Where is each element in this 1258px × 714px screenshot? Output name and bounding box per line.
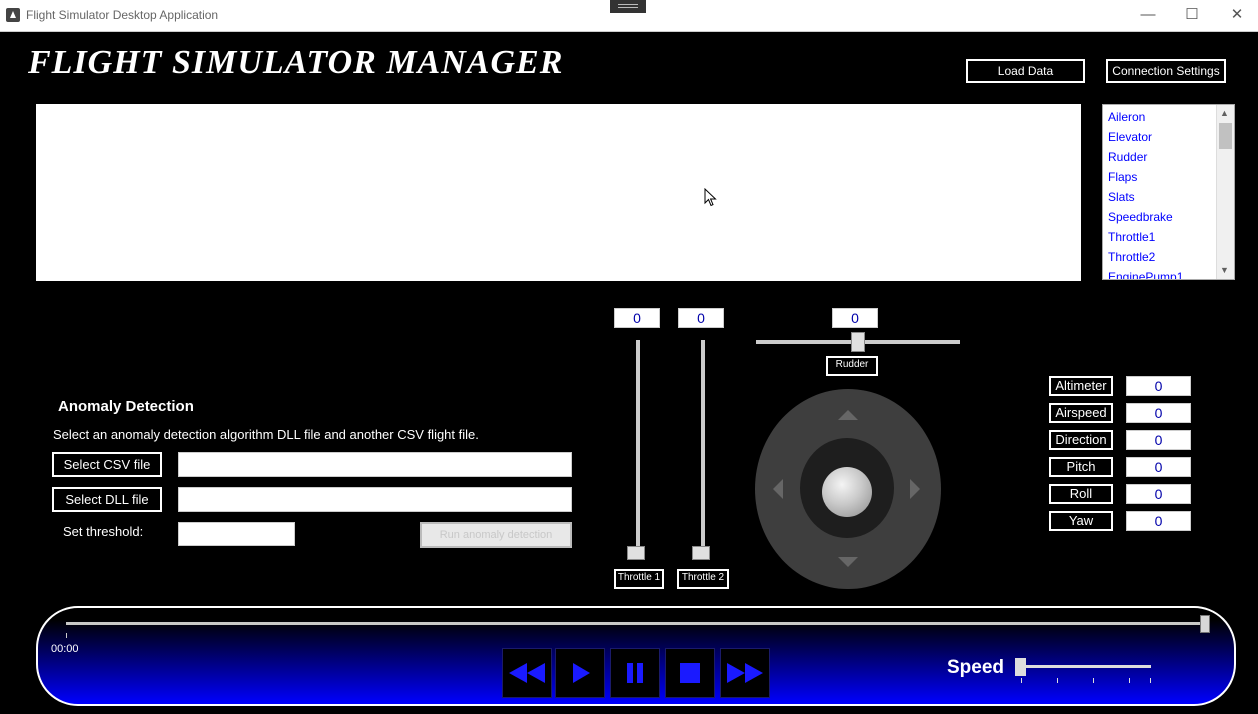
stop-button[interactable]	[665, 648, 715, 698]
throttle1-label: Throttle 1	[614, 569, 664, 589]
speed-tick	[1021, 678, 1022, 683]
pitch-label: Pitch	[1049, 457, 1113, 477]
altimeter-label: Altimeter	[1049, 376, 1113, 396]
pause-icon	[627, 663, 643, 683]
rudder-value: 0	[832, 308, 878, 328]
direction-value: 0	[1126, 430, 1191, 450]
speed-tick	[1093, 678, 1094, 683]
scroll-up-icon[interactable]: ▲	[1220, 108, 1229, 118]
throttle1-track[interactable]	[636, 340, 640, 560]
attribute-listbox[interactable]: Aileron Elevator Rudder Flaps Slats Speedbrak…	[1102, 104, 1235, 280]
throttle2-label: Throttle 2	[677, 569, 729, 589]
select-dll-button[interactable]: Select DLL file	[52, 487, 162, 512]
throttle1-thumb[interactable]	[627, 546, 645, 560]
airspeed-value: 0	[1126, 403, 1191, 423]
attribute-list-item[interactable]: Flaps	[1108, 169, 1218, 189]
speed-tick	[1129, 678, 1130, 683]
timeline-thumb[interactable]	[1200, 615, 1210, 633]
joystick-right-arrow-icon	[910, 479, 920, 499]
direction-label: Direction	[1049, 430, 1113, 450]
anomaly-title: Anomaly Detection	[58, 398, 194, 415]
app-title: FLIGHT SIMULATOR MANAGER	[28, 44, 564, 81]
csv-path-field[interactable]	[178, 452, 572, 477]
threshold-label: Set threshold:	[63, 524, 144, 539]
anomaly-description: Select an anomaly detection algorithm DL…	[53, 427, 479, 442]
play-icon	[573, 663, 590, 683]
attribute-list-item[interactable]: Throttle2	[1108, 249, 1218, 269]
timeline-track[interactable]	[66, 622, 1208, 625]
rudder-label: Rudder	[826, 356, 878, 376]
roll-label: Roll	[1049, 484, 1113, 504]
list-scrollbar[interactable]: ▲ ▼	[1216, 105, 1234, 279]
run-anomaly-detection-button[interactable]: Run anomaly detection	[420, 522, 572, 548]
joystick-knob[interactable]	[822, 467, 872, 517]
roll-value: 0	[1126, 484, 1191, 504]
scroll-down-icon[interactable]: ▼	[1220, 265, 1229, 275]
fast-forward-button[interactable]	[720, 648, 770, 698]
attribute-list-item[interactable]: EnginePump1	[1108, 269, 1218, 279]
yaw-value: 0	[1126, 511, 1191, 531]
speed-tick	[1057, 678, 1058, 683]
drag-grip-icon[interactable]	[610, 0, 646, 13]
attribute-list-item[interactable]: Aileron	[1108, 109, 1218, 129]
fast-forward-icon	[727, 663, 763, 683]
play-button[interactable]	[555, 648, 605, 698]
scrollbar-thumb[interactable]	[1219, 123, 1232, 149]
app-icon	[6, 8, 20, 22]
yaw-label: Yaw	[1049, 511, 1113, 531]
attribute-list-item[interactable]: Throttle1	[1108, 229, 1218, 249]
throttle2-track[interactable]	[701, 340, 705, 560]
throttle2-thumb[interactable]	[692, 546, 710, 560]
joystick-left-arrow-icon	[773, 479, 783, 499]
speed-slider-track[interactable]	[1018, 665, 1151, 668]
rewind-button[interactable]	[502, 648, 552, 698]
attribute-list-item[interactable]: Slats	[1108, 189, 1218, 209]
speed-slider-thumb[interactable]	[1015, 658, 1026, 676]
pitch-value: 0	[1126, 457, 1191, 477]
attribute-list-item[interactable]: Elevator	[1108, 129, 1218, 149]
stop-icon	[680, 663, 700, 683]
threshold-input[interactable]	[178, 522, 295, 546]
select-csv-button[interactable]: Select CSV file	[52, 452, 162, 477]
speed-label: Speed	[947, 657, 1005, 678]
throttle1-value: 0	[614, 308, 660, 328]
connection-settings-button[interactable]: Connection Settings	[1106, 59, 1226, 83]
attribute-list-item[interactable]: Rudder	[1108, 149, 1218, 169]
maximize-button[interactable]: ☐	[1180, 4, 1204, 26]
minimize-button[interactable]: —	[1136, 4, 1160, 26]
dll-path-field[interactable]	[178, 487, 572, 512]
close-button[interactable]: ✕	[1225, 4, 1249, 26]
joystick-up-arrow-icon	[838, 410, 858, 420]
altimeter-value: 0	[1126, 376, 1191, 396]
pause-button[interactable]	[610, 648, 660, 698]
throttle2-value: 0	[678, 308, 724, 328]
time-label: 00:00	[51, 643, 79, 655]
mouse-cursor-icon	[704, 188, 717, 207]
speed-tick	[1150, 678, 1151, 683]
rewind-icon	[509, 663, 545, 683]
timeline-tick	[66, 633, 67, 638]
attribute-list-item[interactable]: Speedbrake	[1108, 209, 1218, 229]
joystick-down-arrow-icon	[838, 557, 858, 567]
rudder-thumb[interactable]	[851, 332, 865, 352]
graph-area[interactable]	[36, 104, 1081, 281]
attribute-list: Aileron Elevator Rudder Flaps Slats Speedbrak…	[1108, 109, 1218, 279]
load-data-button[interactable]: Load Data	[966, 59, 1085, 83]
airspeed-label: Airspeed	[1049, 403, 1113, 423]
window-title: Flight Simulator Desktop Application	[26, 8, 219, 22]
